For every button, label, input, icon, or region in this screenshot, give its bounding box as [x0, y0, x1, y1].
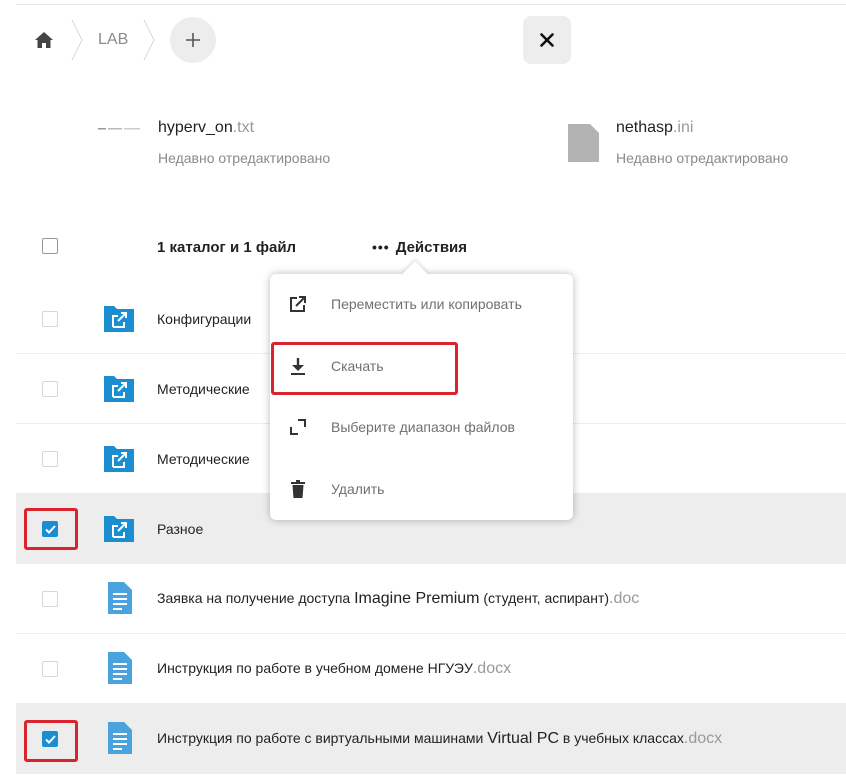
row-name[interactable]: Методические [157, 381, 250, 397]
shared-folder-icon [102, 301, 136, 335]
actions-button[interactable]: ••• Действия [372, 239, 467, 256]
menu-item-label: Удалить [331, 481, 385, 497]
row-checkbox[interactable] [42, 311, 58, 327]
close-button[interactable] [523, 16, 571, 64]
breadcrumb-separator-icon [142, 18, 156, 62]
recent-file-name: hyperv_on.txt [158, 119, 255, 136]
recent-file[interactable]: hyperv_on.txt Недавно отредактировано [98, 118, 330, 166]
recent-file-status: Недавно отредактировано [158, 150, 331, 166]
external-link-icon [288, 294, 308, 314]
select-all-checkbox[interactable] [42, 238, 58, 254]
home-icon [35, 32, 53, 48]
actions-label: Действия [395, 238, 468, 256]
menu-item-label: Выберите диапазон файлов [331, 419, 515, 435]
checkbox-highlight [24, 720, 78, 762]
selection-summary: 1 каталог и 1 файл [157, 238, 297, 256]
table-row[interactable]: Заявка на получение доступа Imagine Prem… [16, 564, 846, 634]
menu-item-label: Переместить или копировать [331, 296, 522, 312]
row-name[interactable]: Инструкция по работе с виртуальными маши… [157, 730, 722, 748]
plus-icon [186, 33, 201, 47]
document-icon [102, 721, 136, 755]
breadcrumb-folder[interactable]: LAB [90, 31, 136, 49]
breadcrumb: LAB [24, 16, 217, 64]
table-row[interactable]: Инструкция по работе с виртуальными маши… [16, 704, 846, 774]
row-name[interactable]: Заявка на получение доступа Imagine Prem… [157, 590, 639, 608]
shared-folder-icon [102, 511, 136, 545]
recent-file-name: nethasp.ini [616, 119, 694, 136]
checkbox-highlight [24, 508, 78, 550]
row-name[interactable]: Конфигурации [157, 311, 251, 327]
home-crumb[interactable] [24, 16, 64, 64]
text-file-thumbnail [98, 118, 142, 158]
menu-item-delete[interactable]: Удалить [270, 467, 573, 511]
close-icon [540, 33, 554, 47]
row-name[interactable]: Инструкция по работе в учебном домене НГ… [157, 660, 511, 678]
download-highlight [271, 342, 458, 395]
menu-item-select-range[interactable]: Выберите диапазон файлов [270, 405, 573, 449]
range-select-icon [288, 417, 308, 437]
menu-item-move-copy[interactable]: Переместить или копировать [270, 282, 573, 326]
row-checkbox[interactable] [42, 661, 58, 677]
shared-folder-icon [102, 371, 136, 405]
file-list-header: 1 каталог и 1 файл ••• Действия [16, 222, 846, 272]
file-icon [566, 118, 600, 162]
row-checkbox[interactable] [42, 591, 58, 607]
row-name[interactable]: Методические [157, 451, 250, 467]
row-checkbox[interactable] [42, 381, 58, 397]
table-row[interactable]: Инструкция по работе в учебном домене НГ… [16, 634, 846, 704]
recent-file[interactable]: nethasp.ini Недавно отредактировано [566, 118, 788, 166]
document-icon [102, 651, 136, 685]
actions-menu: Переместить или копировать Скачать Выбер… [270, 261, 573, 520]
shared-folder-icon [102, 441, 136, 475]
row-name[interactable]: Разное [157, 521, 203, 537]
more-icon: ••• [372, 239, 390, 255]
recent-file-status: Недавно отредактировано [616, 150, 789, 166]
top-divider [16, 4, 846, 5]
row-checkbox[interactable] [42, 451, 58, 467]
trash-icon [288, 479, 308, 499]
document-icon [102, 581, 136, 615]
breadcrumb-separator-icon [70, 18, 84, 62]
new-item-button[interactable] [170, 17, 217, 63]
